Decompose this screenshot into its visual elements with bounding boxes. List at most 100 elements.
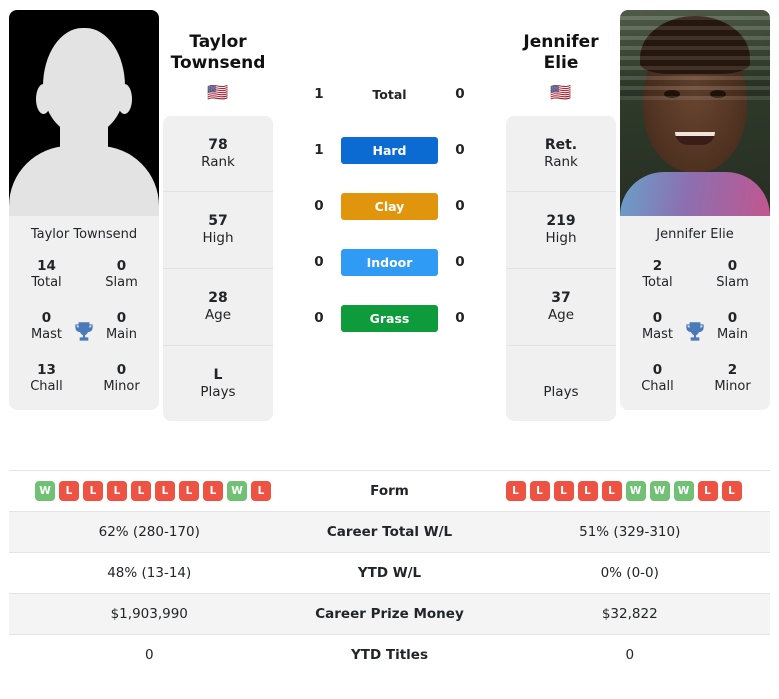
left-titles-chall-label: Chall xyxy=(30,378,63,394)
left-titles-total-value: 14 xyxy=(37,258,56,274)
h2h-row-hard: 1 Hard 0 xyxy=(277,122,502,178)
form-badge-l[interactable]: L xyxy=(601,481,622,501)
h2h-grass-label[interactable]: Grass xyxy=(341,304,438,332)
h2h-total-label: Total xyxy=(372,86,407,102)
form-badge-l[interactable]: L xyxy=(203,481,223,501)
right-titles-chall: 0 Chall xyxy=(620,358,695,410)
right-titles-minor-label: Minor xyxy=(714,378,751,394)
right-age-value: 37 xyxy=(551,289,571,306)
right-player-titles-grid: 2 Total 0 Slam 0 Mast 0 Main 0 Chall 2 M… xyxy=(620,254,770,410)
right-high-label: High xyxy=(545,230,577,247)
left-titles-slam: 0 Slam xyxy=(84,254,159,306)
form-badge-l[interactable]: L xyxy=(107,481,127,501)
left-high-label: High xyxy=(202,230,234,247)
left-player-name-line2: Townsend xyxy=(170,53,266,74)
comparison-header: Taylor Townsend 14 Total 0 Slam 0 Mast 0… xyxy=(0,0,779,470)
form-badge-l[interactable]: L xyxy=(721,481,742,501)
left-titles-slam-value: 0 xyxy=(116,258,127,274)
form-badge-w[interactable]: W xyxy=(625,481,646,501)
h2h-hard-left-score: 1 xyxy=(314,142,324,158)
form-badge-w[interactable]: W xyxy=(227,481,247,501)
left-player-photo xyxy=(9,10,159,216)
photo-eye-left-shape xyxy=(664,90,680,98)
h2h-clay-left-score: 0 xyxy=(314,198,324,214)
h2h-clay-label[interactable]: Clay xyxy=(341,192,438,220)
trophy-icon xyxy=(682,319,708,345)
right-career-prize-money: $32,822 xyxy=(601,606,658,622)
silhouette-body-icon xyxy=(9,146,159,216)
table-row: 48% (13-14) YTD W/L 0% (0-0) xyxy=(9,552,770,593)
right-titles-slam-value: 0 xyxy=(727,258,738,274)
silhouette-ear-left-icon xyxy=(36,84,51,114)
h2h-row-grass: 0 Grass 0 xyxy=(277,290,502,346)
h2h-hard-right-score: 0 xyxy=(455,142,465,158)
form-badge-l[interactable]: L xyxy=(155,481,175,501)
form-badge-l[interactable]: L xyxy=(59,481,79,501)
h2h-row-total: 1 Total 0 xyxy=(277,66,502,122)
left-player-name-line1: Taylor xyxy=(189,32,247,52)
form-badge-w[interactable]: W xyxy=(35,481,55,501)
left-player-column: Taylor Townsend 14 Total 0 Slam 0 Mast 0… xyxy=(9,10,159,410)
left-age-row: 28 Age xyxy=(163,269,273,346)
left-rank-row: 78 Rank xyxy=(163,116,273,193)
right-ytd-titles: 0 xyxy=(625,647,635,663)
table-row: 0 YTD Titles 0 xyxy=(9,634,770,675)
left-titles-minor: 0 Minor xyxy=(84,358,159,410)
left-titles-total: 14 Total xyxy=(9,254,84,306)
left-titles-minor-label: Minor xyxy=(103,378,140,394)
table-row: 62% (280-170) Career Total W/L 51% (329-… xyxy=(9,511,770,552)
head-to-head-column: 1 Total 0 1 Hard 0 0 Clay 0 0 Indoor 0 0 xyxy=(277,10,502,346)
row-label-career-total-wl: Career Total W/L xyxy=(326,524,453,540)
left-form-strip: WLLLLLLLWL xyxy=(13,481,286,501)
form-badge-l[interactable]: L xyxy=(251,481,271,501)
form-badge-l[interactable]: L xyxy=(529,481,550,501)
left-player-name-caption: Taylor Townsend xyxy=(30,227,138,242)
h2h-grass-left-score: 0 xyxy=(314,310,324,326)
h2h-row-clay: 0 Clay 0 xyxy=(277,178,502,234)
silhouette-ear-right-icon xyxy=(117,84,132,114)
right-player-flag-icon: 🇺🇸 xyxy=(550,82,572,103)
left-titles-minor-value: 0 xyxy=(116,361,127,378)
right-age-label: Age xyxy=(547,307,575,324)
h2h-total-left-score: 1 xyxy=(314,86,324,102)
right-player-name-caption: Jennifer Elie xyxy=(656,227,734,242)
left-age-label: Age xyxy=(204,307,232,324)
silhouette-head-icon xyxy=(43,28,125,134)
right-career-total-wl: 51% (329-310) xyxy=(579,524,681,540)
right-player-photo xyxy=(620,10,770,216)
form-badge-l[interactable]: L xyxy=(179,481,199,501)
right-age-row: 37 Age xyxy=(506,269,616,346)
form-badge-l[interactable]: L xyxy=(131,481,151,501)
form-badge-w[interactable]: W xyxy=(649,481,670,501)
form-badge-l[interactable]: L xyxy=(83,481,103,501)
h2h-indoor-label[interactable]: Indoor xyxy=(341,248,438,276)
form-badge-l[interactable]: L xyxy=(505,481,526,501)
photo-eye-right-shape xyxy=(710,90,726,98)
right-rank-value: Ret. xyxy=(544,136,578,153)
left-titles-total-label: Total xyxy=(31,275,62,290)
form-badge-l[interactable]: L xyxy=(553,481,574,501)
right-ytd-wl: 0% (0-0) xyxy=(600,565,659,581)
h2h-clay-right-score: 0 xyxy=(455,198,465,214)
right-form-cell: LLLLLWWWLL xyxy=(490,475,771,507)
form-badge-l[interactable]: L xyxy=(697,481,718,501)
row-label-ytd-wl: YTD W/L xyxy=(357,565,422,581)
right-plays-row: Plays xyxy=(506,346,616,422)
h2h-hard-label[interactable]: Hard xyxy=(341,136,438,164)
left-high-value: 57 xyxy=(208,213,228,230)
right-player-name: Jennifer Elie xyxy=(523,32,599,74)
left-career-prize-money: $1,903,990 xyxy=(110,606,188,622)
h2h-indoor-right-score: 0 xyxy=(455,254,465,270)
right-titles-slam: 0 Slam xyxy=(695,254,770,306)
right-plays-label: Plays xyxy=(543,383,579,400)
right-form-strip: LLLLLWWWLL xyxy=(494,481,767,501)
left-plays-label: Plays xyxy=(200,383,236,400)
right-high-value: 219 xyxy=(546,213,576,230)
right-titles-total-label: Total xyxy=(642,275,673,290)
right-titles-total-value: 2 xyxy=(652,258,663,274)
form-row-label: Form xyxy=(370,483,409,499)
h2h-grass-right-score: 0 xyxy=(455,310,465,326)
form-badge-l[interactable]: L xyxy=(577,481,598,501)
form-badge-w[interactable]: W xyxy=(673,481,694,501)
table-row-form: WLLLLLLLWL Form LLLLLWWWLL xyxy=(9,470,770,511)
